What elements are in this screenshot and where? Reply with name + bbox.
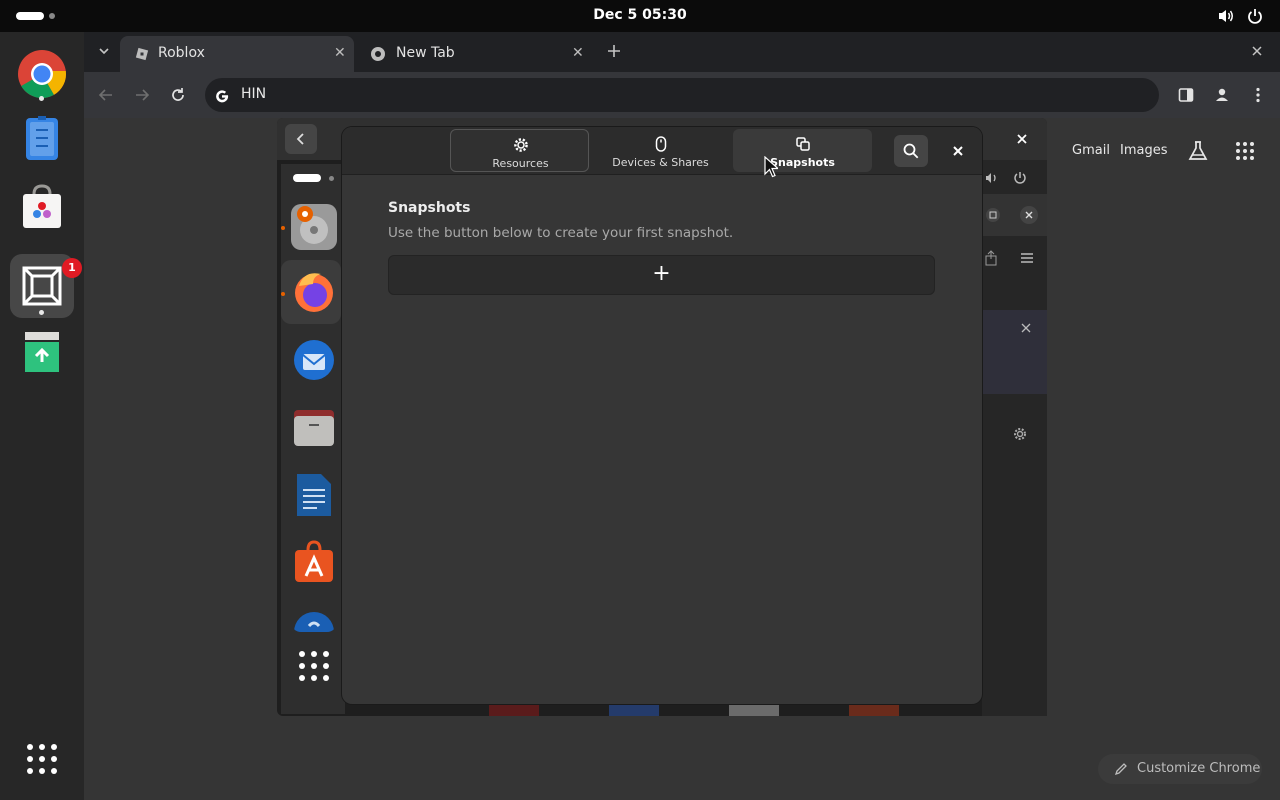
tab-new-tab[interactable]: New Tab ✕ — [358, 36, 592, 72]
guest-disk-icon[interactable] — [291, 204, 337, 250]
tab-label: Devices & Shares — [612, 156, 709, 169]
mouse-pointer-icon — [764, 156, 778, 178]
text-editor-icon — [26, 116, 58, 160]
tab-title: New Tab — [396, 45, 455, 61]
search-button[interactable] — [894, 135, 928, 167]
omnibox-text: HIN — [241, 86, 267, 102]
guest-hamburger-icon[interactable] — [1020, 252, 1034, 264]
thumb-reddit — [849, 704, 899, 716]
guest-volume-icon[interactable] — [984, 170, 1000, 186]
new-tab-plus-icon[interactable] — [606, 43, 622, 59]
chrome-favicon-icon — [371, 47, 385, 61]
tab-snapshots[interactable]: Snapshots — [733, 129, 872, 172]
guest-help-icon[interactable] — [291, 608, 337, 632]
dock-recycle-bin[interactable] — [10, 320, 74, 384]
guest-thunderbird-icon[interactable] — [291, 336, 337, 382]
volume-icon[interactable] — [1217, 7, 1235, 25]
images-link[interactable]: Images — [1120, 143, 1168, 158]
guest-power-icon[interactable] — [1012, 170, 1028, 186]
google-apps-icon[interactable] — [1235, 141, 1255, 161]
plus-icon: + — [652, 261, 671, 286]
guest-close-icon[interactable] — [1020, 206, 1038, 224]
tab-close-icon[interactable]: ✕ — [334, 45, 346, 61]
tab-roblox[interactable]: Roblox ✕ — [120, 36, 354, 72]
gmail-link[interactable]: Gmail — [1072, 143, 1110, 158]
notification-badge: 1 — [62, 258, 82, 278]
guest-right-area — [982, 160, 1047, 716]
tab-close-icon[interactable]: ✕ — [572, 45, 584, 61]
guest-notification-close-icon[interactable] — [1020, 322, 1032, 334]
dock-software[interactable] — [10, 176, 74, 240]
power-icon[interactable] — [1246, 7, 1264, 25]
copy-icon — [796, 137, 810, 151]
guest-activities-pill — [293, 174, 321, 182]
recycle-bin-icon — [25, 332, 59, 372]
show-apps-icon[interactable] — [26, 743, 58, 775]
roblox-favicon-icon — [135, 47, 149, 61]
running-indicator — [39, 310, 44, 315]
back-arrow-icon[interactable] — [285, 124, 317, 154]
customize-chrome-button[interactable]: Customize Chrome — [1098, 754, 1262, 784]
tab-resources[interactable]: Resources — [450, 129, 589, 172]
tab-title: Roblox — [158, 45, 205, 61]
google-g-icon — [216, 90, 229, 103]
chrome-tab-strip: Roblox ✕ New Tab ✕ — [84, 32, 1280, 72]
side-panel-icon[interactable] — [1177, 86, 1195, 104]
guest-appcenter-icon[interactable] — [291, 540, 337, 586]
menu-kebab-icon[interactable] — [1249, 86, 1267, 104]
tab-devices-shares[interactable]: Devices & Shares — [591, 129, 730, 172]
gear-icon — [514, 138, 528, 152]
thumb-wikipedia — [729, 704, 779, 716]
vm-details-dialog: Resources Devices & Shares Snapshots Sna… — [342, 127, 982, 704]
search-icon — [903, 143, 919, 159]
window-close-icon[interactable] — [1250, 44, 1264, 58]
guest-dock — [281, 164, 345, 714]
chrome-toolbar: HIN — [84, 72, 1280, 118]
tab-label: Snapshots — [770, 156, 835, 169]
running-indicator — [39, 96, 44, 101]
dock-text-editor[interactable] — [10, 108, 74, 172]
customize-label: Customize Chrome — [1137, 761, 1261, 776]
vm-close-icon[interactable] — [1015, 132, 1029, 146]
dock: 1 — [0, 32, 84, 800]
dock-vm-manager[interactable]: 1 — [10, 254, 82, 318]
guest-firefox-icon[interactable] — [291, 268, 337, 314]
reload-icon[interactable] — [169, 86, 187, 104]
dialog-header: Resources Devices & Shares Snapshots — [342, 127, 982, 175]
thumb-youtube — [489, 704, 539, 716]
tab-search-chevron-icon[interactable] — [96, 43, 112, 59]
top-bar: Dec 5 05:30 — [0, 0, 1280, 32]
mouse-icon — [655, 136, 667, 152]
thumb-facebook — [609, 704, 659, 716]
software-store-icon — [23, 184, 61, 228]
guest-share-icon[interactable] — [984, 250, 998, 266]
guest-notification-panel — [982, 310, 1047, 394]
guest-settings-gear-icon[interactable] — [1012, 426, 1028, 442]
pencil-icon — [1114, 763, 1127, 776]
add-snapshot-button[interactable]: + — [388, 255, 935, 295]
dialog-close-button[interactable] — [942, 135, 974, 167]
profile-icon[interactable] — [1213, 86, 1231, 104]
guest-bottom-thumbnails — [489, 704, 899, 716]
omnibox[interactable]: HIN — [205, 78, 1159, 112]
guest-writer-icon[interactable] — [291, 472, 337, 518]
running-indicator — [281, 292, 285, 296]
back-icon[interactable] — [97, 86, 115, 104]
clock[interactable]: Dec 5 05:30 — [0, 7, 1280, 23]
guest-titlebar — [982, 194, 1047, 236]
labs-flask-icon[interactable] — [1186, 139, 1210, 163]
guest-dot — [329, 176, 334, 181]
snapshots-description: Use the button below to create your firs… — [388, 225, 734, 241]
close-icon — [953, 146, 963, 156]
guest-restore-icon[interactable] — [986, 208, 1000, 222]
guest-files-icon[interactable] — [291, 404, 337, 450]
running-indicator — [281, 226, 285, 230]
guest-show-apps-icon[interactable] — [298, 650, 330, 682]
tab-label: Resources — [492, 157, 549, 170]
forward-icon[interactable] — [133, 86, 151, 104]
snapshots-heading: Snapshots — [388, 200, 471, 216]
